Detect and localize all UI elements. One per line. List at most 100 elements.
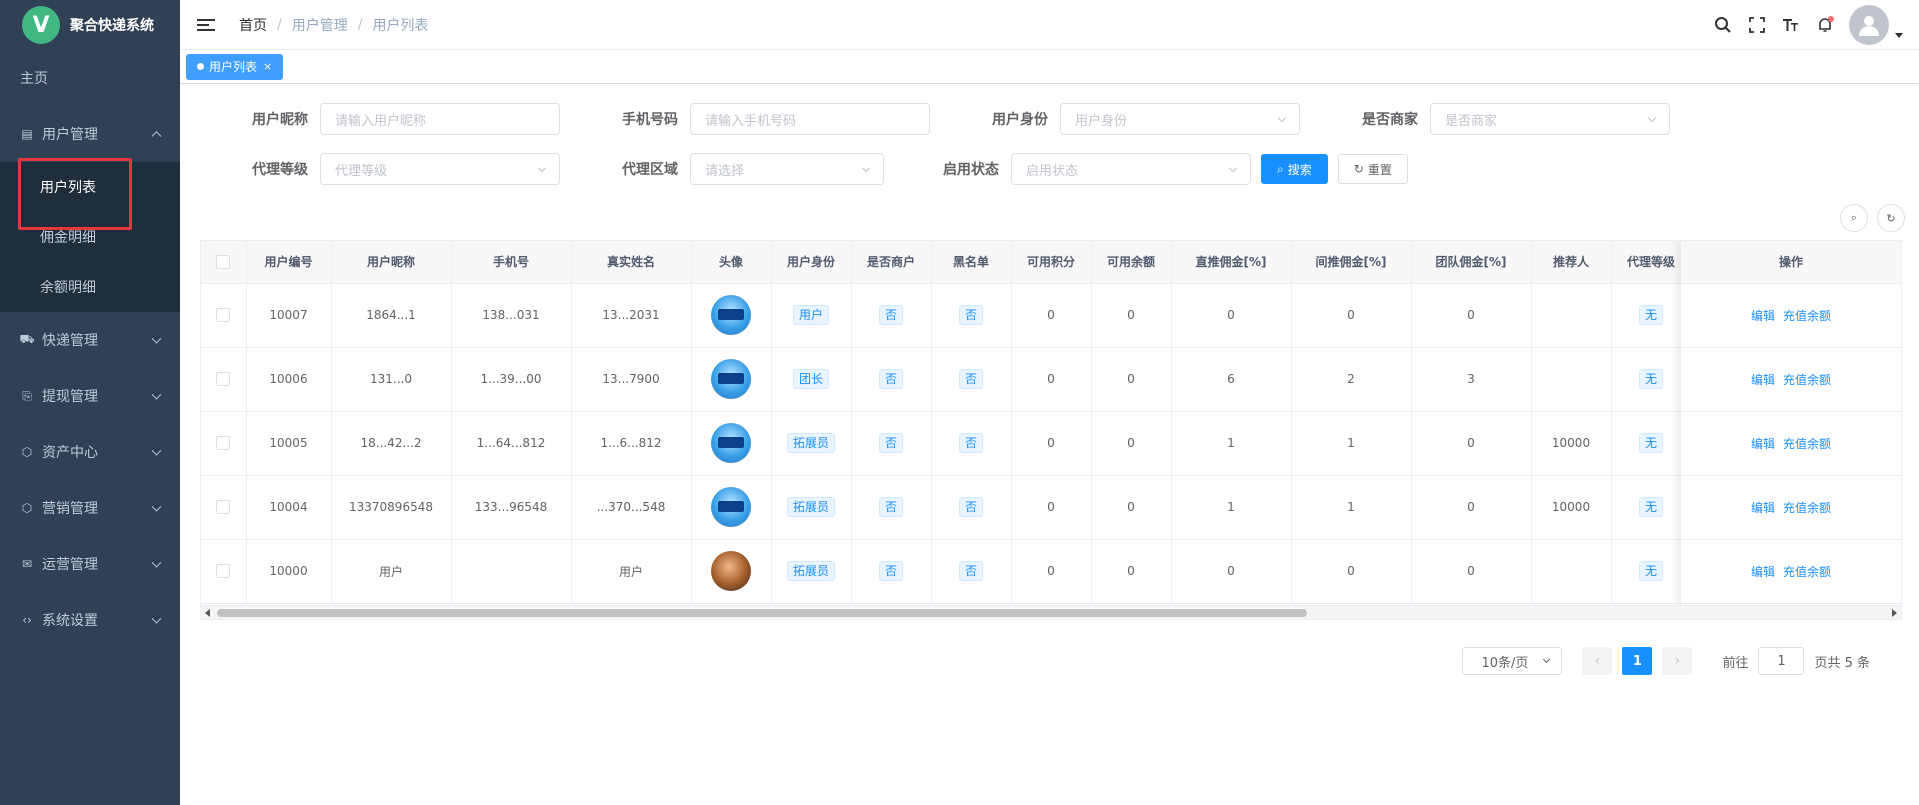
edit-link[interactable]: 编辑 [1751,565,1775,579]
chevron-down-icon [151,557,162,568]
cell-identity: 拓展员 [771,475,852,540]
column-header: 真实姓名 [571,241,692,284]
bell-icon[interactable] [1815,15,1835,35]
tab-user-list[interactable]: 用户列表 × [186,53,284,80]
sidebar-item-marketing[interactable]: ⬡ 营销管理 [0,480,180,536]
toggle-search-button[interactable]: ⌕ [1840,204,1868,232]
merchant-select[interactable]: 是否商家 [1430,103,1670,135]
sidebar-item-settings[interactable]: ‹› 系统设置 [0,592,180,648]
row-checkbox[interactable] [216,372,231,387]
cell-balance: 0 [1091,539,1172,604]
cell-agent: 无 [1611,475,1692,540]
edit-link[interactable]: 编辑 [1751,373,1775,387]
nickname-input[interactable]: 请输入用户昵称 [320,103,560,135]
edit-link[interactable]: 编辑 [1751,437,1775,451]
sidebar-item-label: 快递管理 [42,333,98,349]
cell-realname: 用户 [571,539,692,604]
goto-page-input[interactable]: 1 [1758,647,1805,675]
table-header-row: 用户编号 用户昵称 手机号 真实姓名 头像 用户身份 是否商户 黑名单 可用积分… [201,241,1692,284]
sidebar-item-express[interactable]: ⛟ 快递管理 [0,312,180,368]
merchant-placeholder: 是否商家 [1445,113,1498,129]
merchant-tag: 否 [878,433,903,453]
user-management-submenu: 用户列表 佣金明细 余额明细 [0,162,180,312]
row-checkbox[interactable] [216,564,231,579]
cell-balance: 0 [1091,347,1172,412]
horizontal-scrollbar[interactable] [201,605,1901,619]
refresh-button[interactable]: ↻ [1877,204,1905,232]
cell-referrer [1531,283,1612,348]
cell-blacklist: 否 [931,411,1012,476]
cell-blacklist: 否 [931,475,1012,540]
next-page-button[interactable]: › [1662,647,1693,675]
edit-link[interactable]: 编辑 [1751,501,1775,515]
sidebar-item-operations[interactable]: ✉ 运营管理 [0,536,180,592]
recharge-link[interactable]: 充值余额 [1783,437,1831,451]
search-icon[interactable] [1713,15,1733,35]
breadcrumb-home[interactable]: 首页 [239,15,267,35]
refresh-icon: ↻ [1886,211,1896,225]
page-size-select[interactable]: 10条/页 [1462,647,1563,675]
chevron-down-icon [1228,163,1238,173]
font-size-icon[interactable] [1781,15,1801,35]
prev-page-button[interactable]: ‹ [1582,647,1613,675]
recharge-link[interactable]: 充值余额 [1783,565,1831,579]
list-icon: ▤ [21,127,33,141]
enabled-select[interactable]: 启用状态 [1011,153,1251,185]
cell-avatar [691,539,772,604]
search-button[interactable]: ⌕ 搜索 [1261,154,1328,184]
cell-direct: 0 [1171,283,1292,348]
sidebar-item-commission[interactable]: 佣金明细 [0,212,180,262]
sidebar-item-assets[interactable]: ⬡ 资产中心 [0,424,180,480]
row-checkbox[interactable] [216,500,231,515]
close-icon[interactable]: × [263,60,272,73]
page-number-current[interactable]: 1 [1622,647,1653,675]
agent-region-cascader[interactable]: 请选择 [690,153,884,185]
cell-indirect: 1 [1291,475,1412,540]
avatar[interactable] [1849,5,1889,45]
logo-icon: V [22,6,60,44]
sidebar-item-user-list[interactable]: 用户列表 [0,162,180,212]
merchant-tag: 否 [878,497,903,517]
user-avatar-image [711,487,751,527]
column-header: 用户编号 [246,241,332,284]
cell-indirect: 2 [1291,347,1412,412]
logo[interactable]: V 聚合快递系统 [0,0,180,50]
hamburger-icon[interactable] [197,18,215,31]
column-header: 团队佣金[%] [1411,241,1532,284]
chevron-down-icon [1647,113,1657,123]
scrollbar-thumb[interactable] [217,609,1307,617]
select-all-checkbox[interactable] [216,255,231,269]
sidebar-item-label: 提现管理 [42,389,98,405]
recharge-link[interactable]: 充值余额 [1783,373,1831,387]
sidebar-item-withdraw[interactable]: ⎘ 提现管理 [0,368,180,424]
cell-merchant: 否 [851,475,932,540]
cell-merchant: 否 [851,411,932,476]
cube-icon: ⬡ [21,501,33,515]
sidebar-item-home[interactable]: 主页 [0,50,180,106]
nickname-label: 用户昵称 [252,112,308,128]
row-checkbox[interactable] [216,308,231,323]
sidebar-item-balance[interactable]: 余额明细 [0,262,180,312]
reset-button-label: 重置 [1367,162,1392,177]
cell-realname: 13...7900 [571,347,692,412]
row-checkbox[interactable] [216,436,231,451]
reset-button[interactable]: ↻ 重置 [1337,154,1408,184]
agent-level-tag: 无 [1638,561,1663,581]
search-button-label: 搜索 [1287,162,1312,177]
fullscreen-icon[interactable] [1747,15,1767,35]
caret-down-icon[interactable] [1895,32,1903,38]
scroll-left-icon[interactable] [205,609,210,617]
phone-input[interactable]: 请输入手机号码 [690,103,930,135]
cell-points: 0 [1011,283,1092,348]
edit-link[interactable]: 编辑 [1751,309,1775,323]
sidebar-item-label: 用户列表 [40,180,96,196]
sidebar-item-user-management[interactable]: ▤ 用户管理 [0,106,180,162]
chevron-down-icon [1543,655,1551,664]
agent-level-select[interactable]: 代理等级 [320,153,560,185]
scroll-right-icon[interactable] [1892,609,1897,617]
recharge-link[interactable]: 充值余额 [1783,309,1831,323]
header-actions [1713,0,1903,50]
cell-agent: 无 [1611,539,1692,604]
identity-select[interactable]: 用户身份 [1060,103,1300,135]
recharge-link[interactable]: 充值余额 [1783,501,1831,515]
